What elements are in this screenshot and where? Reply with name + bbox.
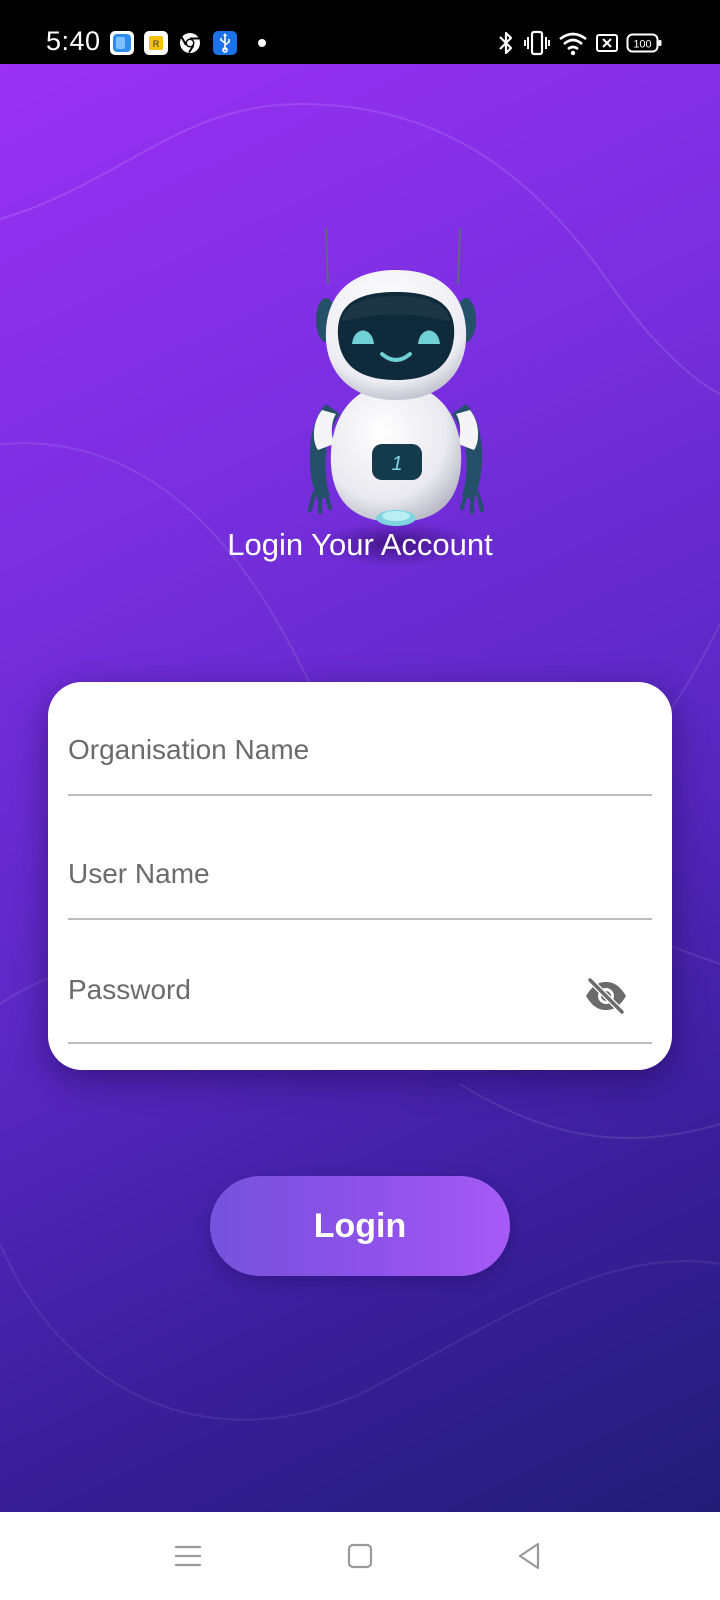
robot-chest-badge: 1 bbox=[391, 453, 402, 475]
more-notifications-dot bbox=[258, 39, 266, 47]
usb-debugging-icon bbox=[213, 31, 237, 55]
page-title: Login Your Account bbox=[227, 527, 493, 562]
back-icon[interactable] bbox=[510, 1536, 550, 1576]
menu-icon[interactable] bbox=[168, 1536, 208, 1576]
battery-level: 100 bbox=[633, 39, 651, 51]
bluetooth-icon bbox=[499, 31, 513, 55]
organisation-name-input[interactable] bbox=[68, 734, 548, 766]
chrome-app-icon bbox=[178, 31, 202, 55]
vibrate-icon bbox=[524, 30, 550, 56]
organisation-field bbox=[68, 696, 652, 796]
wifi-icon bbox=[559, 32, 587, 56]
login-button[interactable]: Login bbox=[210, 1176, 510, 1276]
no-sim-icon bbox=[596, 34, 618, 52]
login-screen: 1 Login Your Account Organisation Name U… bbox=[0, 64, 720, 1512]
files-app-icon bbox=[110, 31, 134, 55]
username-field bbox=[68, 820, 652, 920]
keep-notes-app-icon: R bbox=[144, 31, 168, 55]
status-bar: 5:40 R 100 bbox=[0, 0, 720, 64]
login-form-card bbox=[48, 682, 672, 1070]
home-icon[interactable] bbox=[340, 1536, 380, 1576]
svg-text:R: R bbox=[153, 39, 160, 49]
navigation-bar bbox=[0, 1512, 720, 1600]
battery-icon: 100 bbox=[626, 33, 662, 53]
eye-off-icon[interactable] bbox=[582, 976, 630, 1016]
password-field bbox=[68, 944, 652, 1044]
password-input[interactable] bbox=[68, 974, 548, 1006]
robot-mascot-image: 1 bbox=[308, 227, 484, 566]
username-input[interactable] bbox=[68, 858, 548, 890]
status-time: 5:40 bbox=[46, 26, 101, 56]
